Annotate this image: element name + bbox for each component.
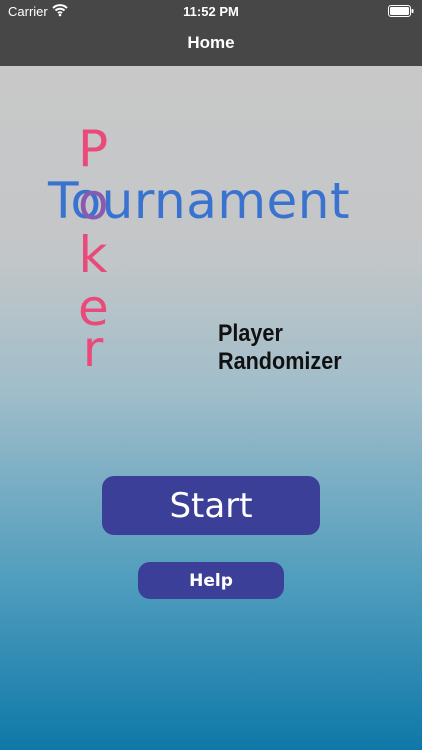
status-bar: Carrier 11:52 PM <box>0 0 422 22</box>
logo-letter-o: o <box>78 173 109 231</box>
battery-icon <box>388 5 414 17</box>
navigation-bar: Home <box>0 22 422 66</box>
help-button[interactable]: Help <box>138 562 284 599</box>
logo-letter-p: P <box>78 120 109 178</box>
logo-letter-r: r <box>82 320 104 378</box>
status-time: 11:52 PM <box>183 4 239 19</box>
app-subtitle: Player Randomizer <box>218 320 342 375</box>
logo-letter-k: k <box>78 226 108 284</box>
home-screen <box>0 66 422 750</box>
nav-title: Home <box>187 33 235 52</box>
start-button[interactable]: Start <box>102 476 320 535</box>
